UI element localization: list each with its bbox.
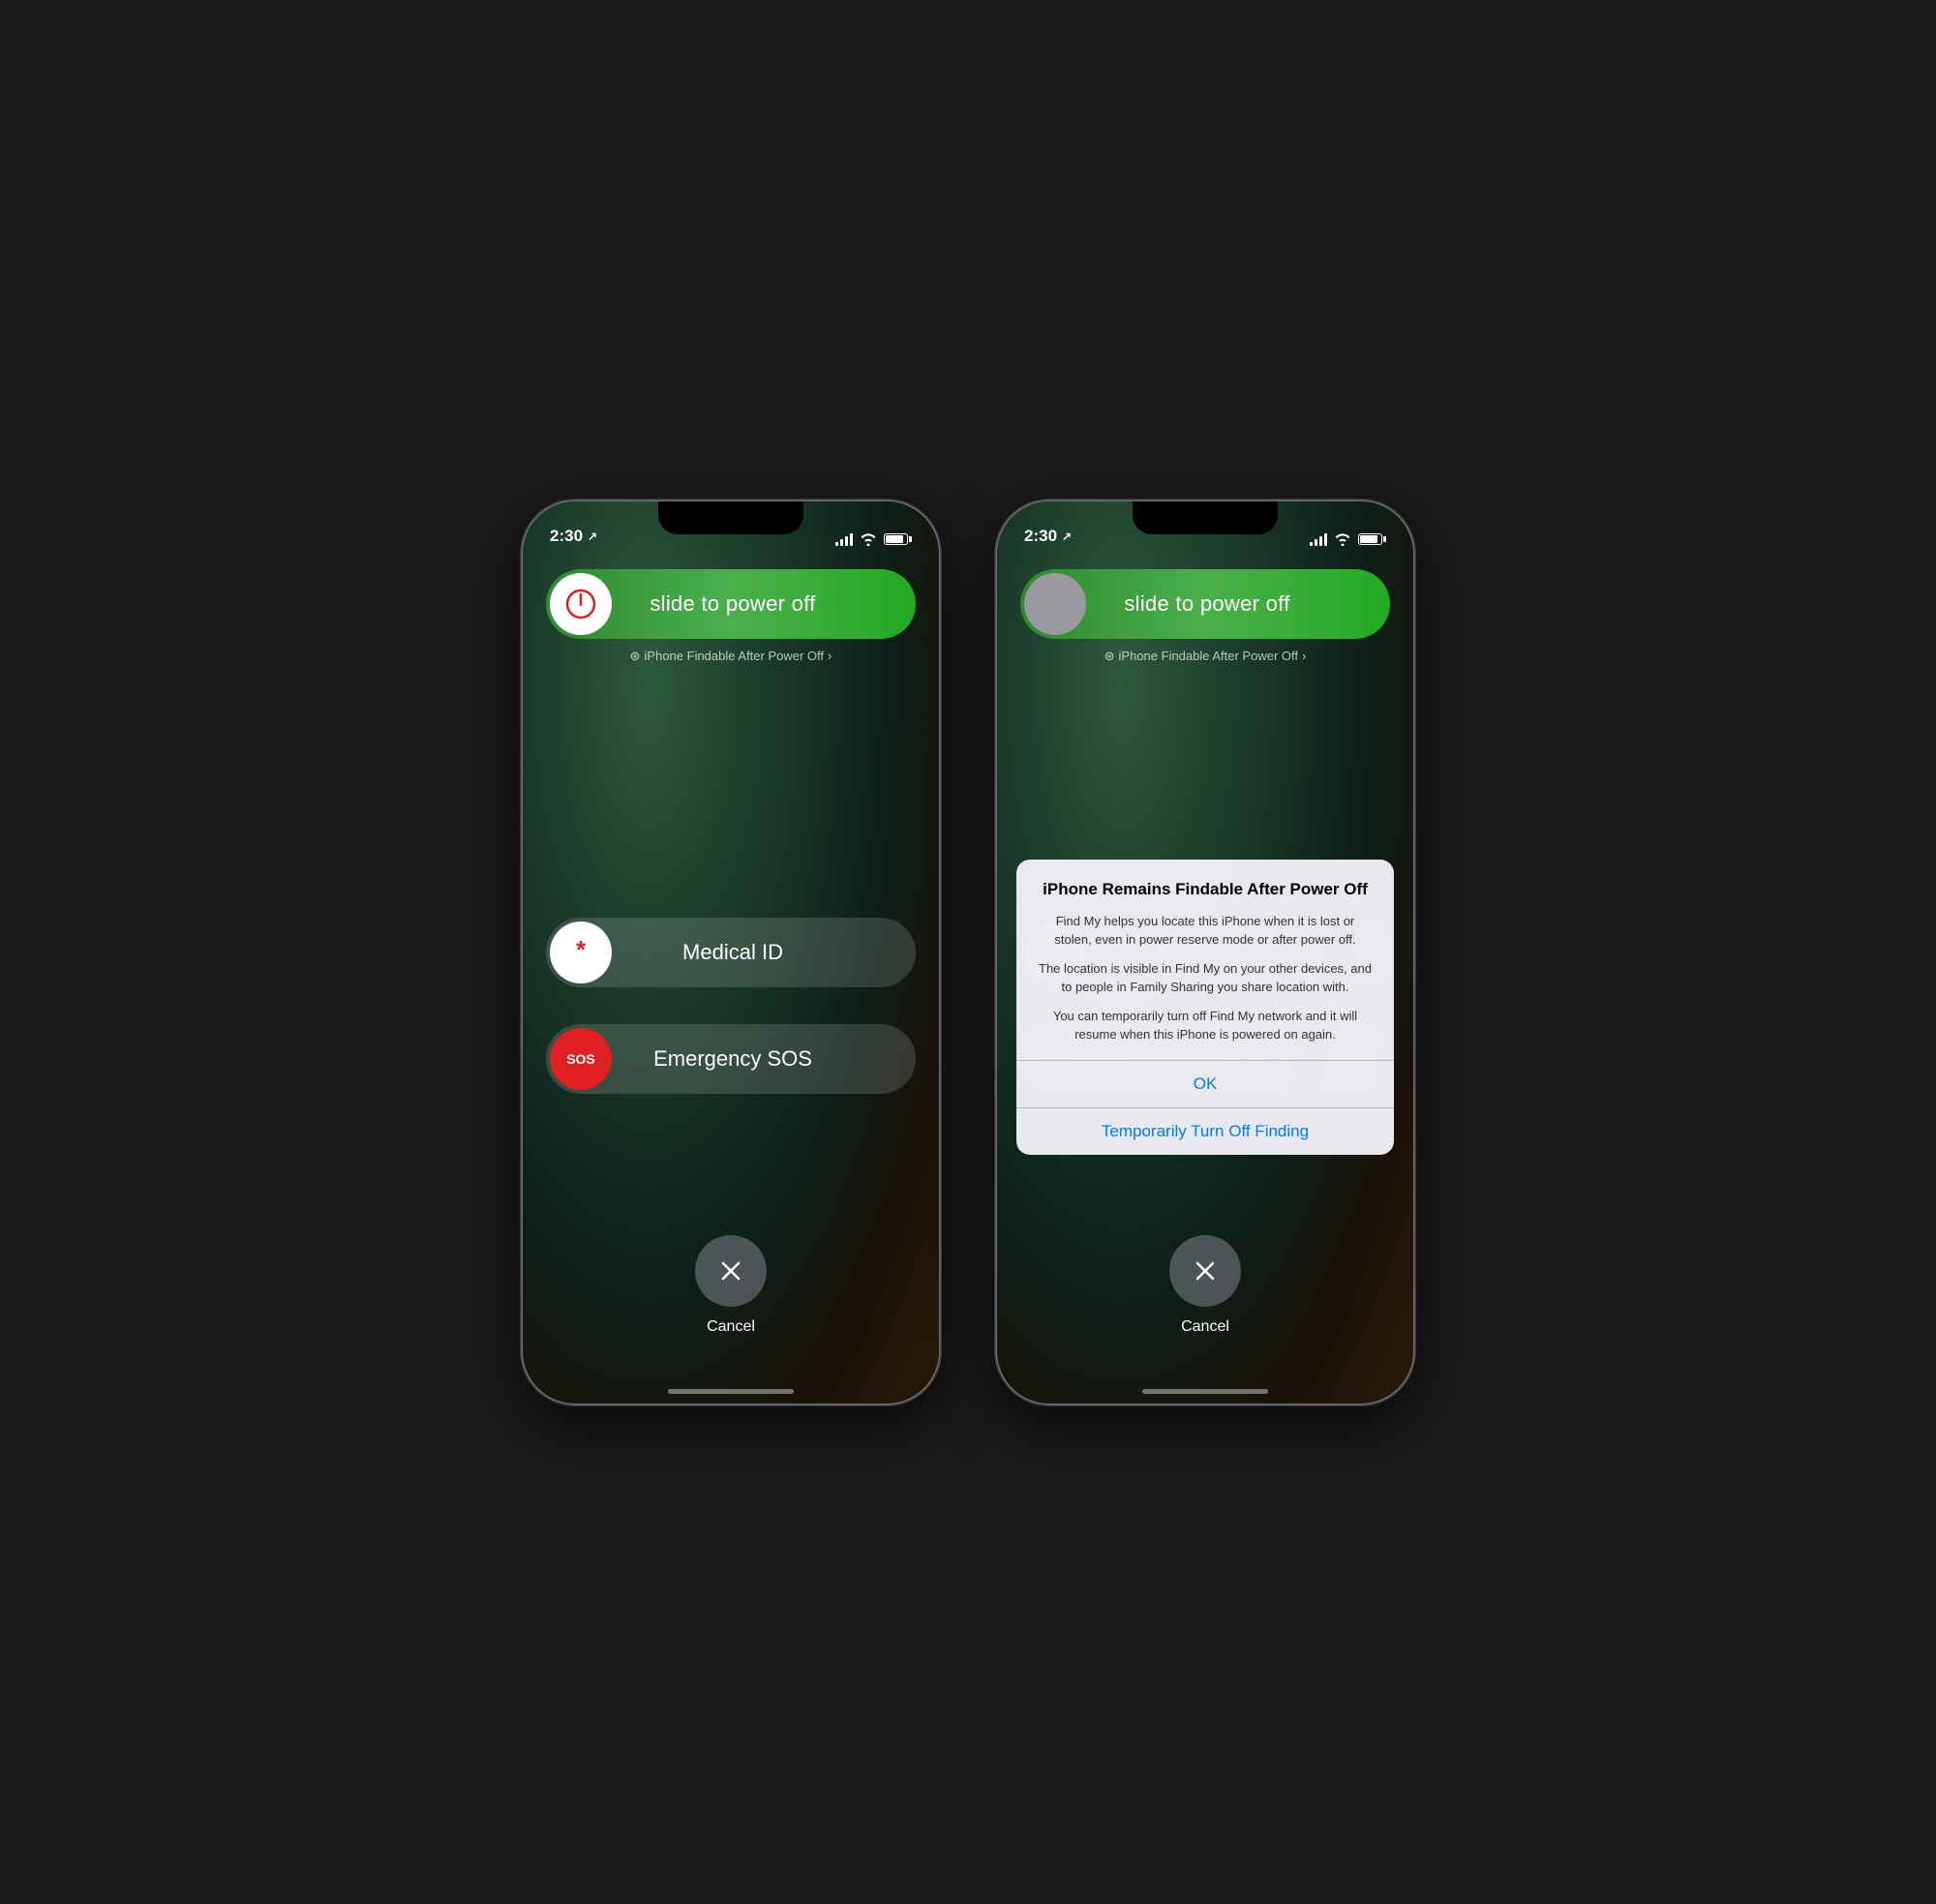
status-time-left: 2:30 ↗ <box>550 527 597 546</box>
battery-icon-left <box>884 533 912 545</box>
emergency-sos-button-left[interactable]: SOS Emergency SOS <box>546 1024 916 1094</box>
power-thumb-right <box>1024 573 1086 635</box>
findable-label-right: iPhone Findable After Power Off <box>1119 649 1298 663</box>
svg-text:*: * <box>576 937 587 964</box>
findable-label-left: iPhone Findable After Power Off <box>645 649 824 663</box>
status-icons-left <box>835 533 912 546</box>
findable-icon-right: ⊛ <box>1104 649 1115 664</box>
power-slider-label-left: slide to power off <box>612 591 854 617</box>
medical-thumb-left: * <box>550 922 612 983</box>
close-icon-left <box>716 1256 745 1285</box>
dialog-body-1: Find My helps you locate this iPhone whe… <box>1036 912 1375 950</box>
phone-right: 2:30 ↗ <box>997 501 1413 1404</box>
wifi-icon-right <box>1334 533 1351 546</box>
cancel-button-right[interactable] <box>1169 1235 1241 1307</box>
phone-left: 2:30 ↗ <box>523 501 939 1404</box>
dialog-body: Find My helps you locate this iPhone whe… <box>1036 912 1375 1044</box>
findable-icon-left: ⊛ <box>630 649 641 664</box>
ok-button[interactable]: OK <box>1016 1061 1394 1107</box>
power-icon-left <box>565 589 596 620</box>
medical-id-button-left[interactable]: * Medical ID <box>546 918 916 987</box>
power-slider-right[interactable]: slide to power off <box>1020 569 1390 639</box>
battery-icon-right <box>1358 533 1386 545</box>
notch-right <box>1133 501 1278 534</box>
power-icon-right <box>1040 589 1071 620</box>
cancel-label-left: Cancel <box>707 1318 755 1336</box>
location-arrow-icon-left: ↗ <box>588 529 597 543</box>
dialog-body-3: You can temporarily turn off Find My net… <box>1036 1007 1375 1044</box>
home-indicator-left <box>668 1389 794 1394</box>
location-arrow-icon-right: ↗ <box>1062 529 1072 543</box>
sos-thumb-left: SOS <box>550 1028 612 1090</box>
medical-icon-left: * <box>565 937 596 968</box>
dialog-body-2: The location is visible in Find My on yo… <box>1036 959 1375 997</box>
turn-off-finding-button[interactable]: Temporarily Turn Off Finding <box>1016 1108 1394 1155</box>
screen-left: 2:30 ↗ <box>523 501 939 1404</box>
wifi-icon-left <box>860 533 877 546</box>
power-thumb-left <box>550 573 612 635</box>
power-slider-label-right: slide to power off <box>1086 591 1328 617</box>
dialog-title: iPhone Remains Findable After Power Off <box>1036 879 1375 900</box>
findable-text-right[interactable]: ⊛ iPhone Findable After Power Off › <box>997 649 1413 664</box>
medical-id-label-left: Medical ID <box>612 940 854 965</box>
findable-chevron-left: › <box>828 649 832 663</box>
notch-left <box>658 501 803 534</box>
cancel-area-right: Cancel <box>1169 1235 1241 1336</box>
findable-chevron-right: › <box>1302 649 1306 663</box>
dialog-content: iPhone Remains Findable After Power Off … <box>1016 860 1394 1060</box>
status-icons-right <box>1310 533 1386 546</box>
cancel-area-left: Cancel <box>695 1235 767 1336</box>
emergency-sos-label-left: Emergency SOS <box>612 1046 854 1072</box>
home-indicator-right <box>1142 1389 1268 1394</box>
cancel-label-right: Cancel <box>1181 1318 1229 1336</box>
close-icon-right <box>1191 1256 1220 1285</box>
findable-text-left[interactable]: ⊛ iPhone Findable After Power Off › <box>523 649 939 664</box>
power-slider-left[interactable]: slide to power off <box>546 569 916 639</box>
sos-text-left: SOS <box>566 1051 595 1067</box>
findable-dialog: iPhone Remains Findable After Power Off … <box>1016 860 1394 1155</box>
signal-icon-right <box>1310 533 1327 546</box>
status-time-right: 2:30 ↗ <box>1024 527 1072 546</box>
screen-right: 2:30 ↗ <box>997 501 1413 1404</box>
cancel-button-left[interactable] <box>695 1235 767 1307</box>
signal-icon-left <box>835 533 853 546</box>
